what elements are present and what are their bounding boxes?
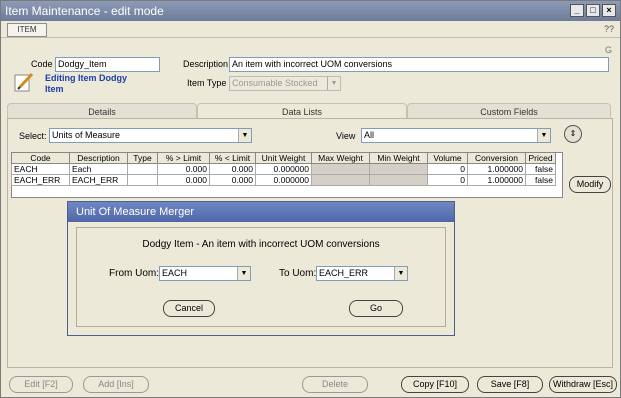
chevron-down-icon[interactable]: ▼ (237, 267, 250, 280)
withdraw-button[interactable]: Withdraw [Esc] (549, 376, 617, 393)
menu-bar: ITEM ?? (1, 22, 620, 38)
column-header[interactable]: Type (127, 152, 158, 164)
go-button[interactable]: Go (349, 300, 403, 317)
chevron-down-icon[interactable]: ▼ (537, 129, 550, 142)
view-select-value: All (364, 130, 375, 140)
column-header[interactable]: Volume (427, 152, 468, 164)
table-cell: 0.000 (209, 174, 256, 186)
title-bar: Item Maintenance - edit mode _ □ × (1, 1, 620, 21)
to-uom-value: EACH_ERR (319, 268, 369, 278)
from-uom-label: From Uom: (109, 268, 159, 279)
column-header[interactable]: % > Limit (157, 152, 210, 164)
column-header[interactable]: Code (11, 152, 70, 164)
tab-strip: Details Data Lists Custom Fields (7, 103, 611, 119)
menu-item-item[interactable]: ITEM (7, 23, 47, 37)
table-cell (127, 163, 158, 175)
edit-pencil-icon (14, 72, 34, 92)
copy-button[interactable]: Copy [F10] (401, 376, 469, 393)
column-header[interactable]: Unit Weight (255, 152, 312, 164)
add-button[interactable]: Add [Ins] (83, 376, 149, 393)
column-header[interactable]: % < Limit (209, 152, 256, 164)
window-title: Item Maintenance - edit mode (5, 4, 164, 18)
item-maintenance-window: Item Maintenance - edit mode _ □ × ITEM … (0, 0, 621, 398)
table-cell (369, 174, 428, 186)
editing-status: Editing Item Dodgy Item (45, 73, 127, 94)
item-type-value: Consumable Stocked (232, 78, 318, 88)
table-cell: 0.000 (209, 163, 256, 175)
table-cell: Each (69, 163, 128, 175)
code-label: Code (31, 59, 53, 69)
reorder-button[interactable]: ⇕ (564, 125, 582, 143)
chevron-down-icon[interactable]: ▼ (238, 129, 251, 142)
maximize-button[interactable]: □ (586, 4, 600, 17)
item-type-label: Item Type (187, 78, 227, 88)
table-cell: EACH_ERR (11, 174, 70, 186)
from-uom-value: EACH (162, 268, 188, 278)
dialog-title: Unit Of Measure Merger (68, 202, 454, 222)
chevron-down-icon: ▼ (327, 77, 340, 90)
table-cell (369, 163, 428, 175)
view-label: View (336, 131, 356, 141)
uom-merger-dialog: Unit Of Measure Merger Dodgy Item - An i… (67, 201, 455, 336)
table-cell: 0 (427, 163, 468, 175)
table-cell: 0.000 (157, 174, 210, 186)
cancel-button[interactable]: Cancel (163, 300, 215, 317)
tab-custom-fields[interactable]: Custom Fields (407, 103, 611, 119)
list-select[interactable]: Units of Measure ▼ (49, 128, 252, 143)
column-header[interactable]: Min Weight (369, 152, 428, 164)
from-uom-select[interactable]: EACH ▼ (159, 266, 251, 281)
table-cell: false (525, 174, 556, 186)
chevron-down-icon[interactable]: ▼ (394, 267, 407, 280)
table-cell: EACH_ERR (69, 174, 128, 186)
view-select[interactable]: All ▼ (361, 128, 551, 143)
list-select-value: Units of Measure (52, 130, 121, 140)
column-header[interactable]: Description (69, 152, 128, 164)
close-button[interactable]: × (602, 4, 616, 17)
table-header-row: Code Description Type % > Limit % < Limi… (11, 152, 556, 164)
select-label: Select: (19, 131, 47, 141)
to-uom-select[interactable]: EACH_ERR ▼ (316, 266, 408, 281)
column-header[interactable]: Priced (525, 152, 556, 164)
table-cell (311, 163, 370, 175)
description-field[interactable]: An item with incorrect UOM conversions (229, 57, 609, 72)
table-cell: 0 (427, 174, 468, 186)
tab-data-lists[interactable]: Data Lists (197, 103, 407, 119)
table-cell: 1.000000 (467, 163, 526, 175)
description-label: Description (183, 59, 229, 69)
table-cell: false (525, 163, 556, 175)
to-uom-label: To Uom: (279, 268, 317, 279)
minimize-button[interactable]: _ (570, 4, 584, 17)
edit-button[interactable]: Edit [F2] (9, 376, 73, 393)
column-header[interactable]: Conversion (467, 152, 526, 164)
help-link[interactable]: ?? (604, 24, 614, 34)
table-cell: EACH (11, 163, 70, 175)
dialog-body: Dodgy Item - An item with incorrect UOM … (76, 227, 446, 327)
code-field[interactable]: Dodgy_Item (55, 57, 160, 72)
delete-button[interactable]: Delete (302, 376, 368, 393)
table-row[interactable]: EACH Each 0.000 0.000 0.000000 0 1.00000… (11, 163, 556, 175)
dialog-summary: Dodgy Item - An item with incorrect UOM … (142, 239, 380, 250)
uom-table: Code Description Type % > Limit % < Limi… (11, 152, 556, 186)
table-cell: 0.000000 (255, 174, 312, 186)
column-header[interactable]: Max Weight (311, 152, 370, 164)
item-type-select: Consumable Stocked ▼ (229, 76, 341, 91)
table-row[interactable]: EACH_ERR EACH_ERR 0.000 0.000 0.000000 0… (11, 174, 556, 186)
tab-details[interactable]: Details (7, 103, 197, 119)
modify-button[interactable]: Modify (569, 176, 611, 193)
corner-mark: G (604, 45, 612, 55)
table-cell: 1.000000 (467, 174, 526, 186)
table-cell (127, 174, 158, 186)
window-controls: _ □ × (570, 4, 616, 17)
table-cell (311, 174, 370, 186)
table-cell: 0.000000 (255, 163, 312, 175)
table-cell: 0.000 (157, 163, 210, 175)
save-button[interactable]: Save [F8] (477, 376, 543, 393)
